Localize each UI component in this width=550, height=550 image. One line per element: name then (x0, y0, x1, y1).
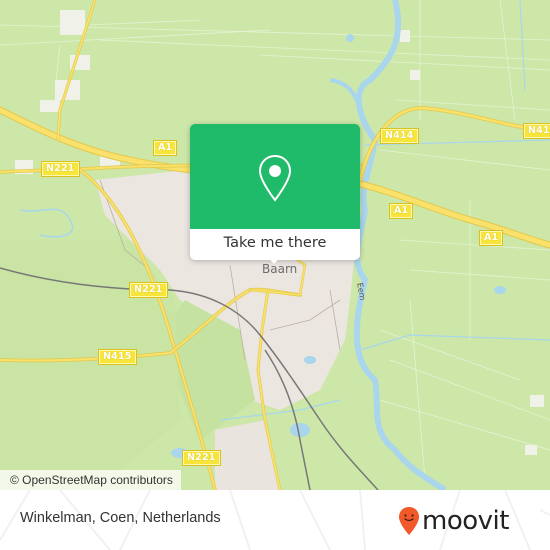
location-address: Winkelman, Coen, Netherlands (20, 510, 221, 526)
road-shield-n414: N414 (523, 123, 550, 139)
road-shield-a1: A1 (388, 203, 414, 219)
popup-header (190, 124, 360, 229)
road-shield-a1: A1 (152, 140, 178, 156)
road-shield-n221: N221 (41, 161, 80, 177)
map-pin-icon (258, 154, 292, 202)
road-shield-n414: N414 (380, 128, 419, 144)
location-popup: Take me there (190, 124, 360, 264)
footer: Winkelman, Coen, Netherlands moovit (0, 490, 550, 550)
urban-area-south (215, 420, 280, 490)
river-eem (353, 0, 447, 490)
map-attribution[interactable]: © OpenStreetMap contributors (0, 470, 181, 490)
road-shield-a1: A1 (478, 230, 504, 246)
road-shield-n221: N221 (129, 282, 168, 298)
road-shield-n221: N221 (182, 450, 221, 466)
moovit-pin-smile-icon (399, 507, 419, 535)
town-label: Baarn (262, 262, 298, 276)
road-shield-n415: N415 (98, 349, 137, 365)
popup-pointer (265, 254, 283, 264)
moovit-logo[interactable]: moovit (398, 505, 509, 537)
moovit-wordmark: moovit (422, 506, 509, 536)
map[interactable]: A1 N221 N221 N221 N415 N414 N414 A1 A1 B… (0, 0, 550, 490)
